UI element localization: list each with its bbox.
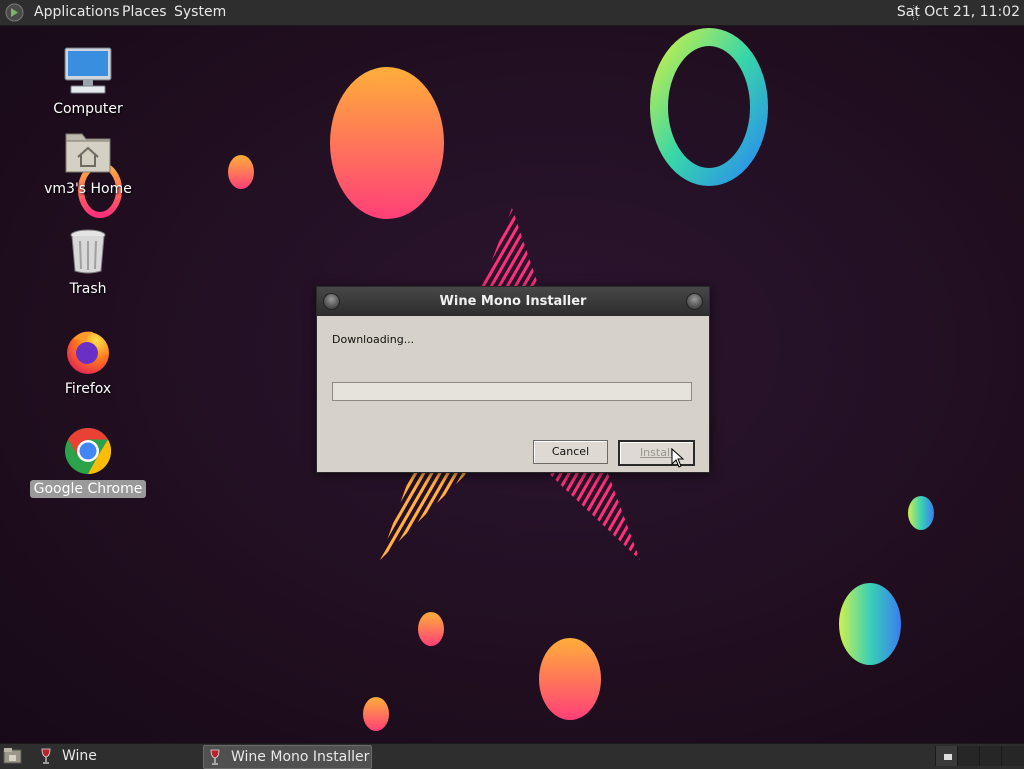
mouse-cursor-icon bbox=[671, 448, 685, 468]
taskbar-item-wine[interactable]: Wine bbox=[38, 745, 188, 767]
desktop-icon-home[interactable]: vm3's Home bbox=[28, 126, 148, 198]
taskbar-item-label: Wine bbox=[62, 748, 97, 764]
applications-menu[interactable]: Applications bbox=[34, 4, 120, 20]
cancel-button[interactable]: Cancel bbox=[533, 440, 608, 464]
clock[interactable]: Sat Oct 21, 11:02 bbox=[897, 4, 1020, 20]
wine-mono-installer-dialog: Wine Mono Installer Downloading... Cance… bbox=[316, 286, 710, 473]
bottom-panel: Wine Wine Mono Installer bbox=[0, 743, 1024, 769]
download-status-text: Downloading... bbox=[332, 333, 415, 346]
desktop-icon-label: Firefox bbox=[64, 381, 112, 397]
dialog-title: Wine Mono Installer bbox=[439, 294, 587, 309]
dialog-titlebar[interactable]: Wine Mono Installer bbox=[317, 287, 709, 316]
workspace-2[interactable] bbox=[957, 746, 980, 766]
home-folder-icon bbox=[65, 133, 111, 173]
desktop-icon-computer[interactable]: Computer bbox=[28, 46, 148, 118]
places-menu[interactable]: Places bbox=[122, 4, 167, 20]
trash-icon bbox=[70, 229, 106, 274]
taskbar-item-wine-mono-installer[interactable]: Wine Mono Installer bbox=[203, 745, 372, 769]
desktop-icon-label: Computer bbox=[53, 101, 123, 117]
workspace-4[interactable] bbox=[1001, 746, 1024, 766]
window-menu-icon[interactable] bbox=[323, 293, 340, 310]
firefox-icon bbox=[67, 331, 109, 374]
taskbar-item-label: Wine Mono Installer bbox=[231, 749, 370, 765]
desktop-icon-chrome[interactable]: Google Chrome bbox=[28, 426, 148, 498]
workspace-window-icon bbox=[944, 754, 952, 760]
menu-logo-icon[interactable] bbox=[5, 3, 24, 22]
chrome-icon bbox=[65, 427, 112, 475]
system-menu[interactable]: System bbox=[174, 4, 226, 20]
desktop-icon-label: vm3's Home bbox=[44, 181, 132, 197]
desktop-icon-label: Google Chrome bbox=[29, 480, 147, 498]
workspace-1[interactable] bbox=[935, 746, 958, 766]
show-desktop-icon[interactable] bbox=[3, 747, 22, 765]
wine-glass-icon bbox=[210, 749, 220, 765]
workspace-3[interactable] bbox=[979, 746, 1002, 766]
desktop-icon-label: Trash bbox=[69, 281, 107, 297]
desktop-icon-firefox[interactable]: Firefox bbox=[28, 326, 148, 398]
computer-icon bbox=[64, 47, 112, 94]
close-icon[interactable] bbox=[686, 293, 703, 310]
download-progress-bar bbox=[332, 382, 692, 401]
top-panel: Applications Places System Sat Oct 21, 1… bbox=[0, 0, 1024, 26]
wine-glass-icon bbox=[41, 748, 51, 764]
desktop-icon-trash[interactable]: Trash bbox=[28, 226, 148, 298]
